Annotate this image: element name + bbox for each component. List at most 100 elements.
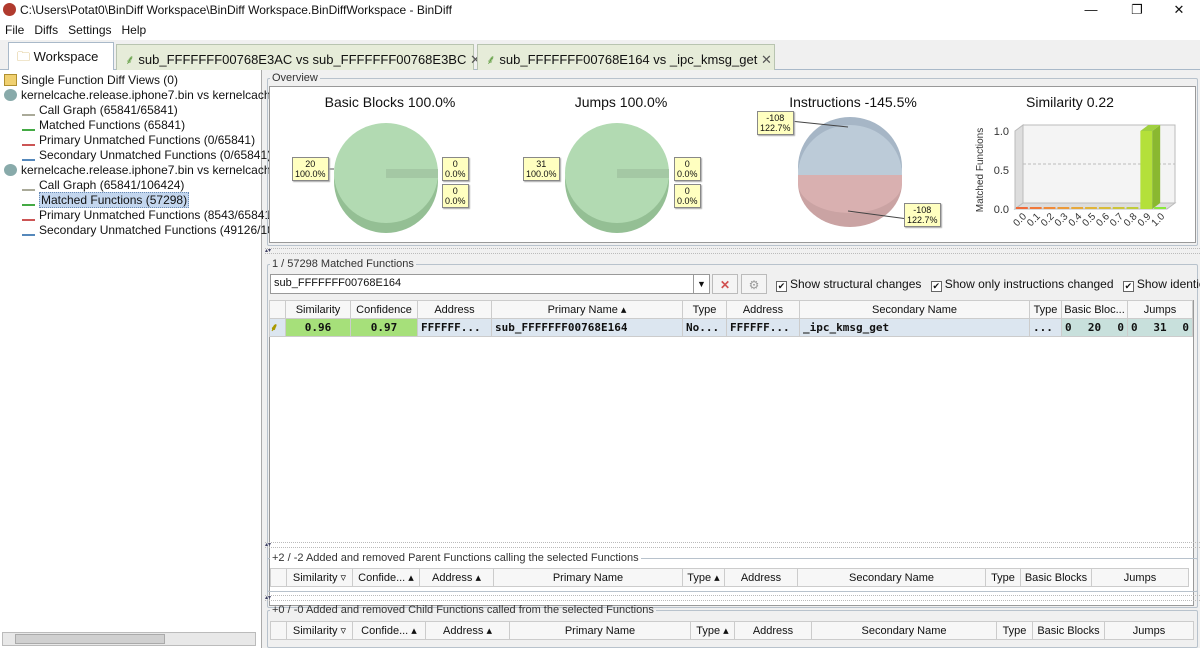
show-structural-changes-checkbox[interactable]: ✔ Show structural changes <box>776 277 921 292</box>
parent-functions-table: Similarity ▿ Confide... ▴ Address ▴ Primary… <box>270 568 1189 587</box>
column-header[interactable]: Address ▴ <box>419 568 494 587</box>
cell-secondary-address: FFFFFF... <box>726 318 800 337</box>
show-instructions-changed-checkbox[interactable]: ✔ Show only instructions changed <box>930 277 1114 292</box>
bb-label-secondary: 0 0.0% <box>442 184 469 208</box>
tree-label: Primary Unmatched Functions (0/65841) <box>39 133 256 147</box>
tab-workspace[interactable]: 🗀 Workspace <box>8 42 114 71</box>
column-header[interactable]: Address <box>734 621 812 640</box>
column-header[interactable]: Address <box>724 568 798 587</box>
tree-label: Secondary Unmatched Functions (0/65841) <box>39 148 272 162</box>
cell-jumps: 0 31 0 <box>1127 318 1193 337</box>
tree-secondary-unmatched-2[interactable]: Secondary Unmatched Functions (49126/10 <box>22 223 274 238</box>
cell-confidence: 0.97 <box>350 318 418 337</box>
call-graph-icon <box>22 104 35 116</box>
horizontal-scrollbar[interactable] <box>2 632 256 646</box>
tree-primary-unmatched-2[interactable]: Primary Unmatched Functions (8543/65841 <box>22 208 271 223</box>
tree-label: kernelcache.release.iphone7.bin vs kerne… <box>21 88 271 102</box>
col-secondary-type[interactable]: Type <box>1029 300 1062 319</box>
tree-matched-functions-1[interactable]: Matched Functions (65841) <box>22 118 185 133</box>
tree-diff-1[interactable]: kernelcache.release.iphone7.bin vs kerne… <box>4 88 271 103</box>
col-secondary-address[interactable]: Address <box>726 300 800 319</box>
column-header[interactable]: Basic Blocks <box>1032 621 1105 640</box>
column-header[interactable]: Secondary Name <box>811 621 997 640</box>
column-header[interactable]: Confide... ▴ <box>352 621 426 640</box>
overview-svg: 0.00.51.0Matched Functions0.00.10.20.30.… <box>328 117 1177 233</box>
matched-functions-icon <box>22 119 35 131</box>
column-header[interactable]: Primary Name <box>493 568 683 587</box>
column-header[interactable]: Type <box>996 621 1033 640</box>
matched-function-icon: ⸙ <box>269 318 286 337</box>
splitter-handle[interactable]: ▴▾ <box>265 542 1200 548</box>
tree-call-graph-1[interactable]: Call Graph (65841/65841) <box>22 103 178 118</box>
similarity-bar <box>1071 207 1084 209</box>
table-row[interactable]: ⸙ 0.96 0.97 FFFFFF... sub_FFFFFFF00768E1… <box>269 318 1193 337</box>
dropdown-arrow-icon[interactable]: ▼ <box>693 275 709 293</box>
similarity-bar <box>1085 207 1097 209</box>
filter-checkboxes: ✔ Show structural changes ✔ Show only inst… <box>776 277 1200 292</box>
col-icon[interactable] <box>269 300 286 319</box>
tree-call-graph-2[interactable]: Call Graph (65841/106424) <box>22 178 184 193</box>
tab-bar: 🗀 Workspace ⸙ sub_FFFFFFF00768E3AC vs su… <box>0 40 1200 71</box>
app-logo-icon <box>3 3 16 16</box>
tree-single-function-diff-views[interactable]: Single Function Diff Views (0) <box>4 73 178 88</box>
settings-gear-button[interactable]: ⚙ <box>741 274 767 294</box>
menu-help[interactable]: Help <box>117 20 152 40</box>
minimize-button[interactable]: — <box>1068 0 1114 20</box>
col-jumps[interactable]: Jumps <box>1127 300 1193 319</box>
similarity-bar <box>1154 207 1166 209</box>
col-secondary-name[interactable]: Secondary Name <box>799 300 1030 319</box>
column-header[interactable]: Confide... ▴ <box>352 568 420 587</box>
tree-diff-2[interactable]: kernelcache.release.iphone7.bin vs kerne… <box>4 163 271 178</box>
instructions-pie <box>789 117 909 227</box>
table-header: Similarity ▿ Confide... ▴ Address ▴ Primary… <box>270 568 1189 587</box>
column-header[interactable]: Similarity ▿ <box>286 568 353 587</box>
column-header[interactable]: Jumps <box>1091 568 1189 587</box>
column-header[interactable]: Basic Blocks <box>1020 568 1092 587</box>
column-header[interactable]: Jumps <box>1104 621 1194 640</box>
secondary-unmatched-icon <box>22 149 35 161</box>
tree-label: Matched Functions (65841) <box>39 118 186 132</box>
column-header[interactable]: Primary Name <box>509 621 691 640</box>
tree-primary-unmatched-1[interactable]: Primary Unmatched Functions (0/65841) <box>22 133 255 148</box>
main-panel: Overview Basic Blocks 100.0% Jumps 100.0… <box>265 70 1200 648</box>
close-button[interactable]: ✕ <box>1156 0 1200 20</box>
tab-diff-2[interactable]: ⸙ sub_FFFFFFF00768E164 vs _ipc_kmsg_get … <box>477 44 775 70</box>
scrollbar-thumb[interactable] <box>15 634 165 644</box>
col-primary-address[interactable]: Address <box>417 300 492 319</box>
col-confidence[interactable]: Confidence <box>350 300 418 319</box>
splitter-handle[interactable]: ▴▾ <box>265 248 1200 254</box>
col-basic-blocks[interactable]: Basic Bloc... <box>1061 300 1128 319</box>
show-identical-checkbox[interactable]: ✔Show identical <box>1122 277 1200 292</box>
tree-matched-functions-2[interactable]: Matched Functions (57298) <box>22 192 190 208</box>
cell-basic-blocks: 0 20 0 <box>1061 318 1128 337</box>
menu-settings[interactable]: Settings <box>63 20 116 40</box>
clear-search-button[interactable]: ✕ <box>712 274 738 294</box>
col-primary-type[interactable]: Type <box>682 300 727 319</box>
tree-label: kernelcache.release.iphone7.bin vs kerne… <box>21 163 271 177</box>
column-header[interactable]: Type ▴ <box>690 621 735 640</box>
folder-icon: 🗀 <box>17 49 34 64</box>
menu-file[interactable]: File <box>0 20 29 40</box>
jumps-label-secondary: 0 0.0% <box>674 184 701 208</box>
col-similarity[interactable]: Similarity <box>285 300 351 319</box>
pie-slice-zero <box>386 169 438 178</box>
tab-diff-1[interactable]: ⸙ sub_FFFFFFF00768E3AC vs sub_FFFFFFF007… <box>116 44 481 70</box>
menu-diffs[interactable]: Diffs <box>29 20 63 40</box>
tree-secondary-unmatched-1[interactable]: Secondary Unmatched Functions (0/65841) <box>22 148 271 163</box>
close-tab-icon[interactable]: ✕ <box>761 52 772 67</box>
restore-button[interactable]: ❐ <box>1114 0 1160 20</box>
search-combo[interactable]: sub_FFFFFFF00768E164 <box>270 274 710 294</box>
column-header[interactable]: Type ▴ <box>682 568 725 587</box>
search-input[interactable]: sub_FFFFFFF00768E164 <box>274 277 401 289</box>
col-primary-name[interactable]: Primary Name ▴ <box>491 300 683 319</box>
column-header[interactable]: Similarity ▿ <box>286 621 353 640</box>
column-header[interactable]: Address ▴ <box>425 621 510 640</box>
cell-secondary-type: ... <box>1029 318 1062 337</box>
column-header[interactable]: Type <box>985 568 1021 587</box>
column-header[interactable] <box>270 621 287 640</box>
column-header[interactable] <box>270 568 287 587</box>
bb-label-matched: 20 100.0% <box>292 157 329 181</box>
splitter-handle[interactable]: ▴▾ <box>265 595 1200 601</box>
column-header[interactable]: Secondary Name <box>797 568 986 587</box>
tab-label: sub_FFFFFFF00768E164 vs _ipc_kmsg_get <box>499 52 758 67</box>
